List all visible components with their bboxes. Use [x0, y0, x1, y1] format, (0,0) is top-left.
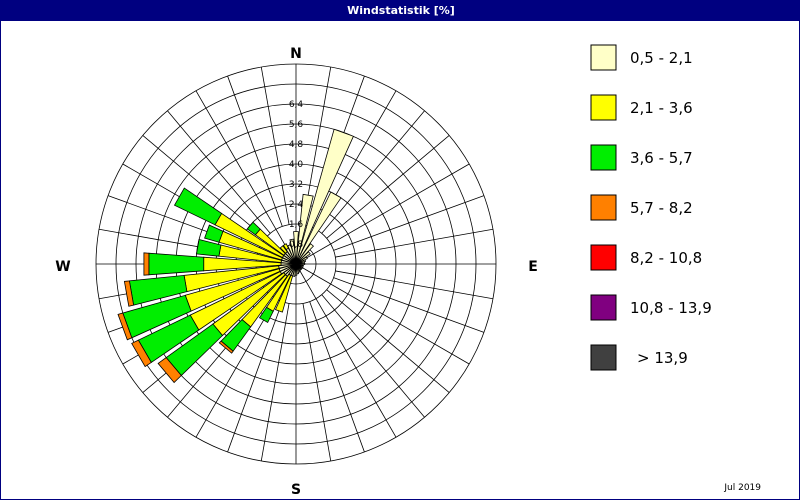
ring-label: 4,0: [289, 160, 304, 170]
grid-spoke: [315, 298, 397, 438]
legend-label: 8,2 - 10,8: [630, 249, 702, 267]
grid-spoke: [309, 301, 365, 453]
grid-spoke: [260, 303, 290, 462]
ring-label: 5,6: [289, 120, 304, 130]
legend-swatch: [590, 44, 617, 71]
sector-270-class-2: [148, 252, 205, 276]
legend-swatch: [590, 194, 617, 221]
legend-label: 5,7 - 8,2: [630, 199, 693, 217]
grid-spoke: [333, 195, 485, 251]
wind-sectors: [117, 128, 354, 384]
legend-label: 0,5 - 2,1: [630, 49, 693, 67]
grid-spoke: [227, 75, 283, 227]
wind-rose-chart: 0,8 1,6 2,4 3,2 4,0 4,8 5,6 6,4 N E S W 0,5 - 2,1 2…: [55, 44, 712, 498]
window-title: Windstatistik [%]: [1, 1, 800, 21]
wind-statistics-window: Windstatistik [%] 0,8 1,6 2,4 3,2 4,0 4,8 5,6 6…: [0, 0, 800, 500]
legend: 0,5 - 2,1 2,1 - 3,6 3,6 - 5,7 5,7 - 8,2 8,2 …: [590, 44, 712, 371]
legend-label: > 13,9: [637, 349, 688, 367]
legend-label: 3,6 - 5,7: [630, 149, 693, 167]
grid-spoke: [335, 228, 494, 258]
ring-label: 3,2: [289, 180, 303, 190]
grid-spoke: [321, 294, 425, 418]
legend-swatch: [590, 144, 617, 171]
compass-N: N: [290, 46, 302, 62]
ring-label: 6,4: [289, 100, 304, 110]
grid-spoke: [335, 270, 494, 300]
legend-swatch: [590, 244, 617, 271]
grid-spoke: [330, 283, 470, 365]
ring-label: 2,4: [289, 200, 304, 210]
grid-spoke: [142, 135, 266, 239]
ring-label: 0,8: [289, 240, 304, 250]
legend-swatch: [590, 94, 617, 121]
date-label: Jul 2019: [724, 483, 761, 493]
ring-label: 4,8: [289, 140, 304, 150]
legend-label: 10,8 - 13,9: [630, 299, 712, 317]
ring-label: 1,6: [289, 220, 304, 230]
sector-270-class-3: [143, 252, 150, 276]
grid-spoke: [302, 303, 332, 462]
legend-swatch: [590, 344, 617, 371]
grid-spoke: [330, 163, 470, 245]
grid-spoke: [227, 301, 283, 453]
compass-W: W: [55, 259, 70, 275]
legend-label: 2,1 - 3,6: [630, 99, 693, 117]
grid-spoke: [333, 277, 485, 333]
compass-S: S: [291, 482, 301, 498]
grid-spoke: [260, 66, 290, 225]
compass-E: E: [528, 259, 538, 275]
grid-spoke: [326, 289, 450, 393]
legend-swatch: [590, 294, 617, 321]
